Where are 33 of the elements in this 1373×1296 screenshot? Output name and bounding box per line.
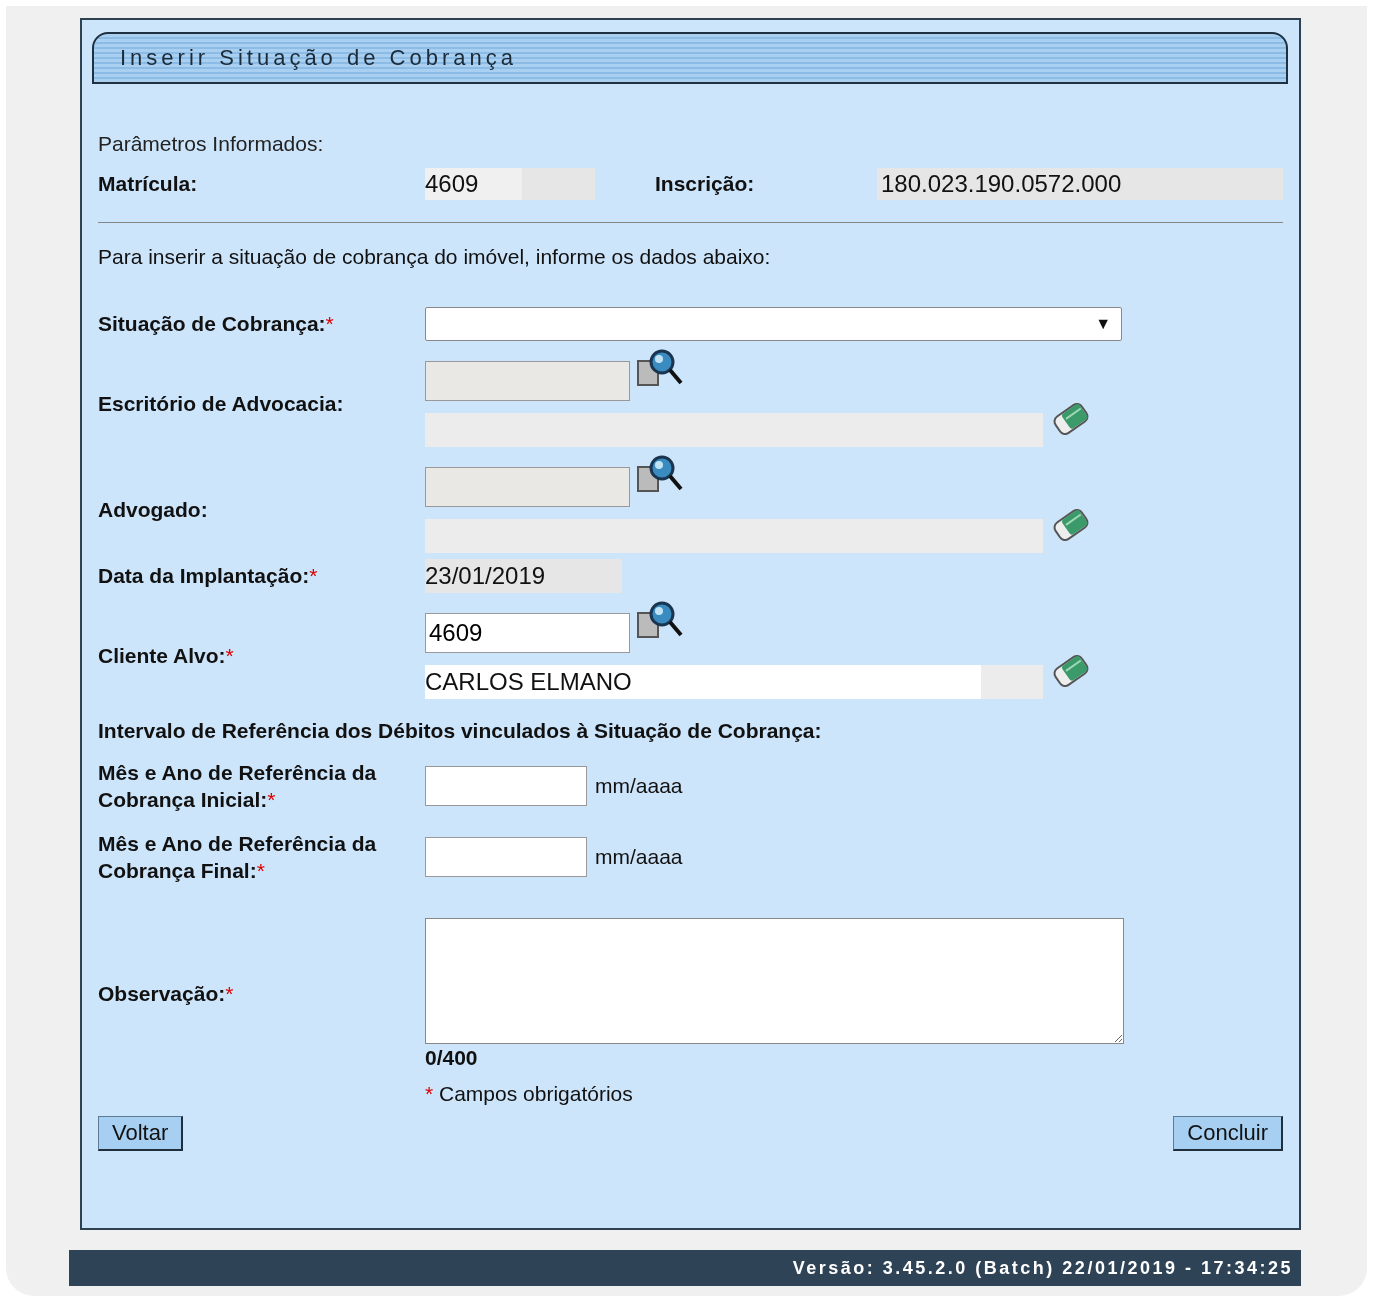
back-button[interactable]: Voltar [98, 1116, 184, 1152]
section-heading: Intervalo de Referência dos Débitos vinculados à Situação de Cobrança: [98, 719, 823, 743]
month-field[interactable] [425, 836, 587, 877]
search-icon[interactable] [636, 453, 684, 495]
field-label: Mês e Ano de Referência da Cobrança Inicial:* [98, 761, 377, 812]
search-icon[interactable] [636, 599, 684, 641]
format-hint: mm/aaaa [595, 774, 683, 799]
field-label: Mês e Ano de Referência da Cobrança Final:* [98, 831, 377, 882]
date-value: 23/01/2019 [425, 559, 622, 593]
character-counter: 0/400 [425, 1046, 479, 1071]
month-field[interactable] [425, 766, 587, 807]
description-field: CARLOS ELMANO [425, 665, 1043, 699]
field-label: Matrícula: [98, 172, 199, 196]
search-icon[interactable] [636, 347, 684, 389]
field-value: 180.023.190.0572.000 [877, 168, 1283, 200]
field-label: Cliente Alvo:* [98, 644, 234, 667]
field-label: Inscrição: [655, 172, 756, 196]
required-legend: * Campos obrigatórios [425, 1082, 1283, 1107]
observation-field[interactable] [425, 918, 1124, 1045]
page-title: Inserir Situação de Cobrança [120, 45, 517, 71]
field-label: Data da Implantação:* [98, 564, 318, 587]
field-label: Advogado: [98, 498, 208, 521]
format-hint: mm/aaaa [595, 844, 683, 869]
field-label: Escritório de Advocacia: [98, 392, 344, 415]
field-label: Situação de Cobrança:* [98, 312, 334, 335]
field-label: Observação:* [98, 982, 234, 1006]
finish-button[interactable]: Concluir [1173, 1116, 1283, 1152]
instruction-text: Para inserir a situação de cobrança do imóvel, informe os dados abaixo: [98, 245, 772, 269]
field-value: 4609 [425, 168, 595, 200]
params-heading: Parâmetros Informados: [98, 132, 325, 156]
code-field[interactable]: 4609 [425, 613, 630, 653]
version-text: Versão: 3.45.2.0 (Batch) 22/01/2019 - 17:34:25 [792, 1257, 1293, 1279]
dropdown-field[interactable]: ▼ [425, 307, 1122, 341]
